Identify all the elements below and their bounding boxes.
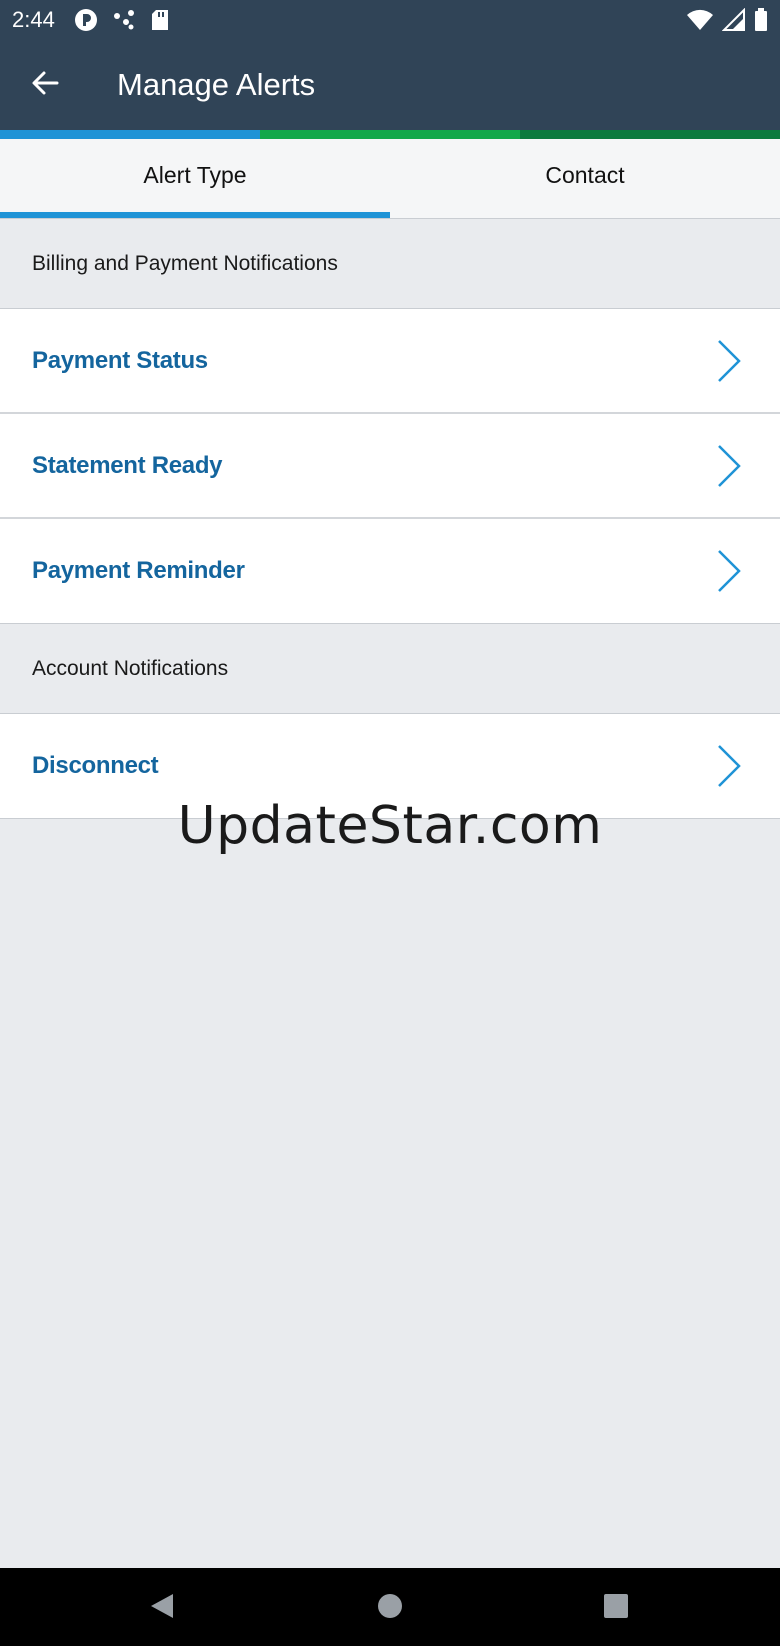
list-item-label: Disconnect [32, 752, 159, 779]
tab-label: Contact [545, 162, 625, 188]
connections-icon [112, 8, 136, 37]
accent-segment-green [260, 130, 520, 139]
nav-back-button[interactable] [142, 1590, 182, 1626]
section-header-billing: Billing and Payment Notifications [0, 219, 780, 309]
tab-bar: Alert Type Contact [0, 139, 780, 219]
chevron-right-icon [716, 549, 744, 593]
sd-card-icon [150, 8, 170, 37]
accent-strip [0, 130, 780, 139]
accent-segment-blue [0, 130, 260, 139]
cell-signal-icon [721, 7, 746, 37]
back-button[interactable] [22, 62, 68, 108]
wifi-icon [686, 8, 714, 37]
arrow-left-icon [31, 70, 59, 101]
home-circle-icon [377, 1593, 403, 1624]
recents-square-icon [603, 1593, 629, 1624]
nav-recents-button[interactable] [596, 1590, 636, 1626]
list-item-label: Statement Ready [32, 451, 223, 479]
status-time: 2:44 [12, 7, 55, 32]
tab-contact[interactable]: Contact [390, 139, 780, 218]
status-left-icons [74, 8, 170, 37]
page-title: Manage Alerts [117, 67, 316, 102]
status-bar: 2:44 [0, 0, 780, 40]
section-header-account: Account Notifications [0, 624, 780, 714]
list-item-statement-ready[interactable]: Statement Ready [0, 414, 780, 519]
chevron-right-icon [716, 744, 744, 788]
chevron-right-icon [716, 339, 744, 383]
tab-alert-type[interactable]: Alert Type [0, 139, 390, 218]
system-nav-bar [0, 1568, 780, 1646]
chevron-right-icon [716, 444, 744, 488]
watermark: UpdateStar.com [177, 796, 603, 856]
app-bar: Manage Alerts [0, 40, 780, 130]
nav-home-button[interactable] [370, 1590, 410, 1626]
list-item-label: Payment Reminder [32, 557, 245, 584]
list-item-payment-status[interactable]: Payment Status [0, 309, 780, 414]
app-notification-icon [74, 8, 98, 37]
list-item-payment-reminder[interactable]: Payment Reminder [0, 519, 780, 624]
tab-label: Alert Type [143, 162, 247, 188]
battery-icon [754, 8, 768, 37]
status-right-icons [686, 7, 768, 37]
accent-segment-dark-green [520, 130, 780, 139]
list-item-label: Payment Status [32, 346, 208, 374]
alerts-list: Billing and Payment Notifications Paymen… [0, 219, 780, 819]
back-triangle-icon [149, 1592, 175, 1625]
